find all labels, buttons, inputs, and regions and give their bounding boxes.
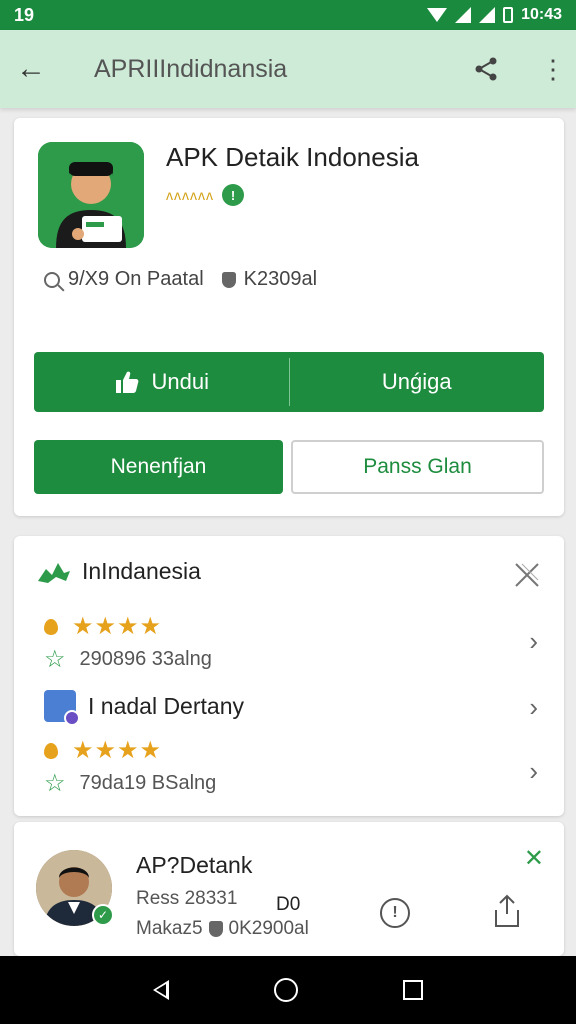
app-bar-title: APRIIIndidnansia bbox=[94, 54, 288, 83]
signal-icon bbox=[455, 7, 472, 23]
alert-circle-icon[interactable]: ! bbox=[380, 898, 410, 928]
meta-right: K2309al bbox=[243, 268, 318, 290]
circle-home-icon[interactable] bbox=[273, 978, 298, 1002]
reviews-header: InIndanesia bbox=[36, 558, 201, 585]
square-recent-icon[interactable] bbox=[403, 980, 424, 1000]
secondary-filled-button[interactable]: Nenenfjan bbox=[34, 440, 283, 494]
review-item[interactable]: ★★★★ ☆ 290896 33alng bbox=[44, 612, 544, 674]
review-stars-row: ★★★★ bbox=[44, 612, 544, 641]
upload-icon[interactable] bbox=[492, 894, 522, 928]
close-icon[interactable] bbox=[512, 560, 542, 590]
verified-check-icon: ✓ bbox=[92, 904, 114, 926]
chevron-right-icon[interactable]: › bbox=[529, 756, 538, 787]
status-time: 19 bbox=[14, 4, 35, 25]
primary-button-row: Undui Unǵiga bbox=[34, 352, 544, 412]
review-stars-row: ★★★★ bbox=[44, 736, 544, 765]
reviewer-row[interactable]: I nadal Dertany bbox=[44, 690, 544, 726]
app-name: APK Detaik Indonesia bbox=[166, 142, 419, 172]
review-text: 79da19 BSalng bbox=[79, 772, 217, 794]
person-illustration-icon bbox=[38, 142, 144, 248]
close-icon[interactable]: ✕ bbox=[524, 844, 544, 873]
review-text: 290896 33alng bbox=[79, 648, 212, 670]
thumbs-up-icon bbox=[115, 371, 138, 393]
reviewer-line: I nadal Dertany bbox=[44, 690, 544, 726]
shield-icon bbox=[221, 271, 236, 288]
avatar bbox=[44, 690, 80, 726]
review-stars: ★★★★ bbox=[72, 613, 163, 640]
app-meta-row: 9/X9 On Paatal K2309al bbox=[44, 268, 317, 291]
profile-line1: Ress 28331 bbox=[136, 888, 238, 909]
star-outline-icon: ☆ bbox=[44, 770, 66, 797]
app-detail-card: APK Detaik Indonesia ʌʌʌʌʌʌ ! 9/X9 On Pa… bbox=[14, 118, 564, 516]
profile-title: AP?Detank bbox=[136, 852, 253, 878]
search-icon bbox=[44, 271, 60, 288]
star-outline-icon: ☆ bbox=[44, 646, 66, 673]
rating-stars: ʌʌʌʌʌʌ bbox=[166, 187, 214, 203]
reviews-card: InIndanesia ★★★★ ☆ 290896 33alng › I nad… bbox=[14, 536, 564, 816]
secondary-outline-button[interactable]: Panss Glan bbox=[291, 440, 544, 494]
flame-icon bbox=[44, 742, 58, 759]
upgrade-button-label: Unǵiga bbox=[381, 369, 452, 394]
app-icon bbox=[38, 142, 144, 248]
profile-line1b: D0 bbox=[276, 894, 301, 915]
more-vert-icon[interactable]: ⋮ bbox=[540, 56, 566, 82]
shield-icon bbox=[208, 921, 223, 937]
reviews-header-title: InIndanesia bbox=[82, 558, 201, 584]
share-icon[interactable] bbox=[472, 55, 500, 83]
info-badge-icon: ! bbox=[222, 184, 244, 206]
profile-line2: Makaz5 0K2900al bbox=[136, 918, 309, 940]
app-rating: ʌʌʌʌʌʌ ! bbox=[166, 184, 244, 206]
download-button-label: Undui bbox=[151, 369, 209, 394]
signal-icon-2 bbox=[479, 7, 496, 23]
review-item[interactable]: ★★★★ ☆ 79da19 BSalng bbox=[44, 736, 544, 798]
meta-left: 9/X9 On Paatal bbox=[68, 268, 204, 290]
battery-icon bbox=[503, 7, 514, 23]
reviewer-name: I nadal Dertany bbox=[88, 692, 244, 719]
chevron-right-icon[interactable]: › bbox=[529, 692, 538, 723]
triangle-back-icon[interactable] bbox=[152, 980, 169, 1000]
app-bar: ← APRIIIndidnansia ⋮ bbox=[0, 30, 576, 108]
profile-line2-left: Makaz5 bbox=[136, 918, 203, 939]
profile-card: ✓ AP?Detank Ress 28331 D0 Makaz5 0K2900a… bbox=[14, 822, 564, 956]
secondary-button-row: Nenenfjan Panss Glan bbox=[34, 440, 544, 494]
review-text-row: ☆ 79da19 BSalng bbox=[44, 769, 544, 798]
nav-bar bbox=[0, 956, 576, 1024]
status-bar: 19 10:43 bbox=[0, 0, 576, 30]
flame-icon bbox=[44, 618, 58, 635]
upgrade-button[interactable]: Unǵiga bbox=[290, 352, 545, 412]
status-icons: 10:43 bbox=[427, 6, 562, 24]
review-stars: ★★★★ bbox=[72, 737, 163, 764]
status-clock: 10:43 bbox=[521, 6, 562, 23]
review-text-row: ☆ 290896 33alng bbox=[44, 645, 544, 674]
arrow-left-icon[interactable]: ← bbox=[16, 52, 66, 86]
chevron-right-icon[interactable]: › bbox=[529, 626, 538, 657]
wifi-icon bbox=[427, 8, 448, 22]
profile-line2-right: 0K2900al bbox=[228, 918, 309, 939]
download-button[interactable]: Undui bbox=[34, 352, 289, 412]
indonesia-map-icon bbox=[38, 562, 70, 583]
